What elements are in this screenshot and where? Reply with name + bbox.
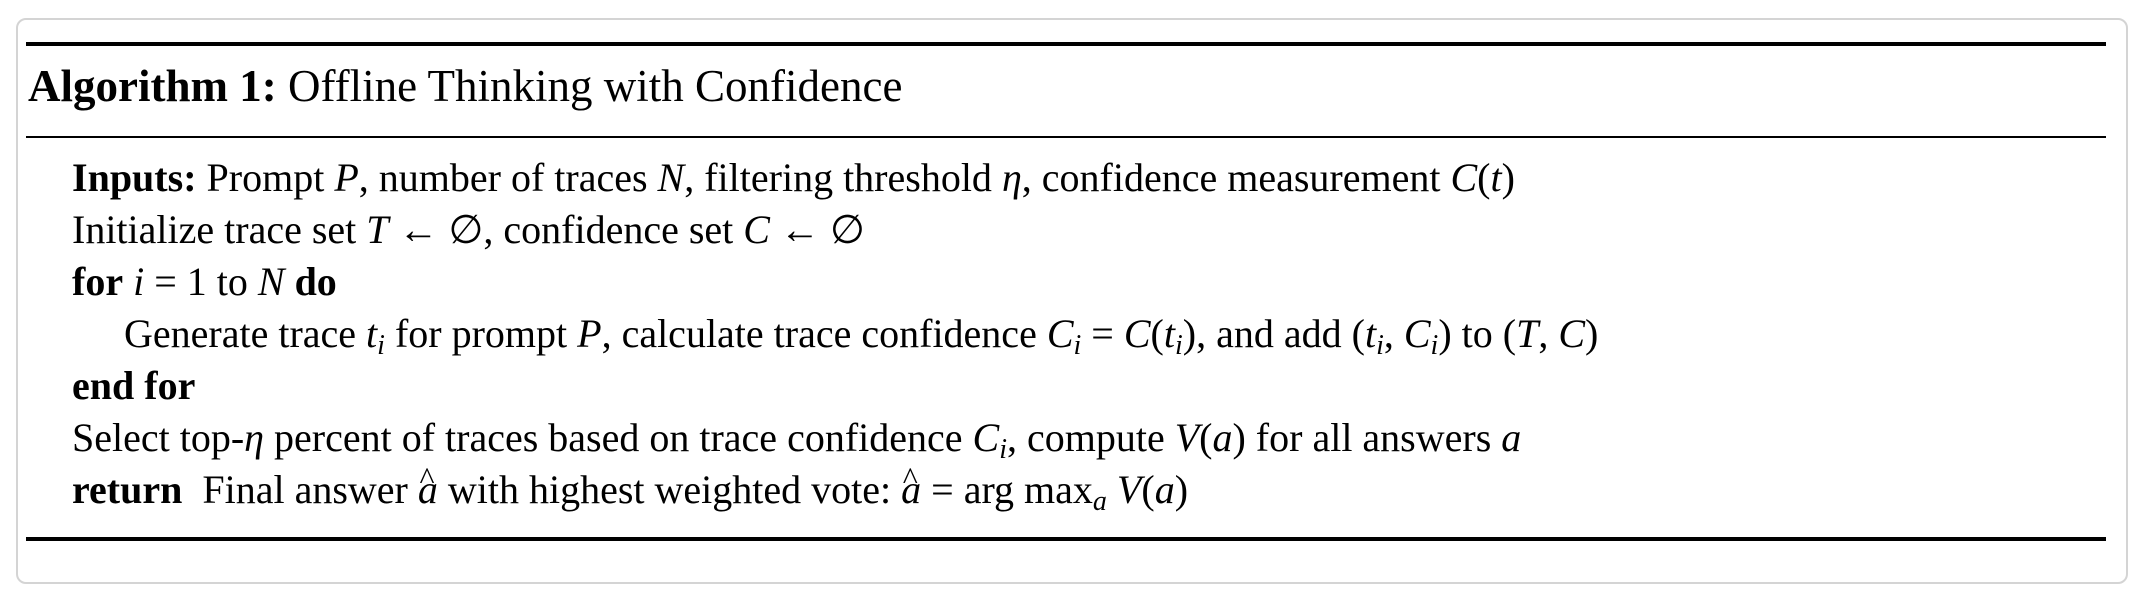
caption-label: Algorithm 1: <box>28 61 277 111</box>
line-return: return Final answer a with highest weigh… <box>72 452 1598 516</box>
for-text: i = 1 to N <box>133 259 285 304</box>
algorithm-body: Inputs: Prompt P, number of traces N, fi… <box>72 152 1598 516</box>
return-keyword: return <box>72 467 183 512</box>
inputs-keyword: Inputs: <box>72 155 197 200</box>
line-inputs: Inputs: Prompt P, number of traces N, fi… <box>72 152 1598 204</box>
inputs-text: Prompt P, number of traces N, filtering … <box>206 155 1515 200</box>
caption-rule <box>26 136 2106 138</box>
return-text: Final answer a with highest weighted vot… <box>202 452 1188 516</box>
top-rule <box>26 42 2106 46</box>
caption-title: Offline Thinking with Confidence <box>287 61 903 111</box>
end-for-keyword: end for <box>72 363 196 408</box>
line-for: for i = 1 to N do <box>72 256 1598 308</box>
line-generate: Generate trace ti for prompt P, calculat… <box>124 311 1599 361</box>
do-keyword: do <box>294 259 337 304</box>
line-select: Select top-η percent of traces based on … <box>72 415 1522 465</box>
algorithm-caption: Algorithm 1: Offline Thinking with Confi… <box>28 64 902 109</box>
line-initialize: Initialize trace set T ← ∅, confidence s… <box>72 207 865 252</box>
bottom-rule <box>26 537 2106 541</box>
for-keyword: for <box>72 259 124 304</box>
line-end-for: end for <box>72 360 1598 412</box>
